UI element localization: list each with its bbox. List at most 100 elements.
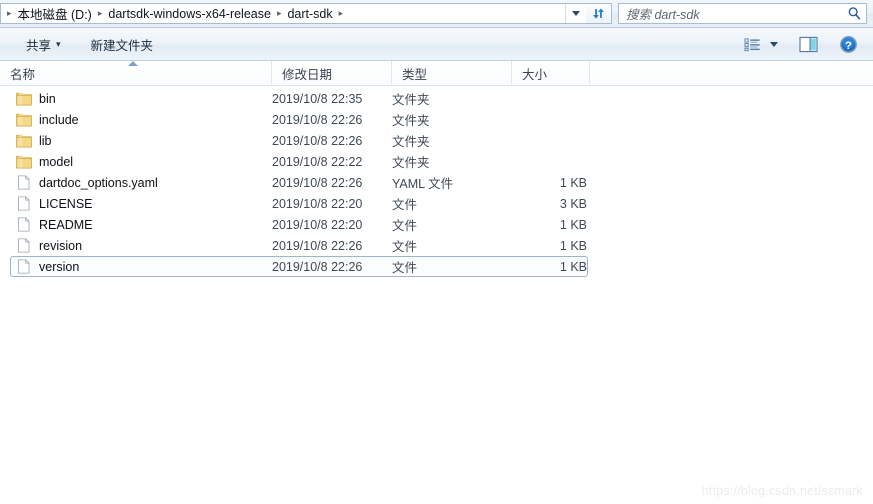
new-folder-button[interactable]: 新建文件夹 (85, 32, 160, 57)
breadcrumb-separator-icon[interactable]: ▸ (335, 9, 348, 18)
chevron-down-icon (572, 11, 580, 16)
file-size-label: 3 KB (559, 196, 587, 211)
file-name-label: lib (39, 133, 52, 148)
file-icon (18, 175, 30, 190)
file-name-cell[interactable]: bin (0, 91, 272, 106)
file-row[interactable]: README 2019/10/8 22:20 文件 1 KB (0, 214, 873, 235)
file-name-cell[interactable]: version (0, 259, 272, 274)
chevron-down-icon (770, 41, 778, 47)
refresh-icon (593, 8, 604, 19)
column-header-name[interactable]: 名称 (0, 60, 272, 86)
file-name-cell[interactable]: LICENSE (0, 196, 272, 211)
file-date-cell: 2019/10/8 22:35 (272, 92, 392, 106)
file-type-label: 文件夹 (392, 114, 430, 128)
column-header-name-label: 名称 (10, 67, 36, 82)
toolbar-right-group: ? (739, 32, 873, 57)
search-icon[interactable] (847, 6, 862, 21)
file-name-label: LICENSE (39, 196, 93, 211)
view-mode-dropdown-button[interactable] (768, 39, 792, 50)
file-date-label: 2019/10/8 22:20 (272, 217, 363, 232)
file-date-cell: 2019/10/8 22:20 (272, 218, 392, 232)
file-date-label: 2019/10/8 22:22 (272, 154, 363, 169)
file-row[interactable]: LICENSE 2019/10/8 22:20 文件 3 KB (0, 193, 873, 214)
view-list-icon (744, 37, 760, 51)
file-name-cell[interactable]: dartdoc_options.yaml (0, 175, 272, 190)
file-name-label: revision (39, 238, 83, 253)
file-date-cell: 2019/10/8 22:26 (272, 260, 392, 274)
file-date-cell: 2019/10/8 22:20 (272, 197, 392, 211)
folder-icon (16, 92, 32, 106)
file-row[interactable]: lib 2019/10/8 22:26 文件夹 (0, 130, 873, 151)
file-name-cell[interactable]: include (0, 112, 272, 127)
file-type-label: 文件 (392, 198, 418, 212)
breadcrumb-leading-arrow-icon[interactable]: ▸ (3, 9, 16, 18)
breadcrumb-item-dartsdk-windows-x64-release[interactable]: dartsdk-windows-x64-release (106, 6, 273, 22)
file-name-label: version (39, 259, 80, 274)
breadcrumb-item-drive[interactable]: 本地磁盘 (D:) (16, 3, 94, 24)
file-type-label: 文件夹 (392, 93, 430, 107)
file-name-label: bin (39, 91, 56, 106)
search-input[interactable]: 搜索 dart-sdk (626, 4, 847, 23)
file-type-cell: 文件 (392, 257, 512, 276)
file-list: bin 2019/10/8 22:35 文件夹 include 2019/10/8 22… (0, 88, 873, 277)
file-row[interactable]: dartdoc_options.yaml 2019/10/8 22:26 YAML … (0, 172, 873, 193)
file-icon (18, 196, 30, 211)
file-size-cell: 1 KB (512, 239, 590, 253)
file-name-label: include (39, 112, 79, 127)
file-row[interactable]: version 2019/10/8 22:26 文件 1 KB (0, 256, 873, 277)
file-date-label: 2019/10/8 22:26 (272, 175, 363, 190)
file-icon (18, 259, 30, 274)
file-size-label: 1 KB (559, 175, 587, 190)
file-type-cell: 文件夹 (392, 89, 512, 108)
refresh-button[interactable] (586, 3, 612, 24)
preview-pane-icon (799, 36, 818, 52)
column-header-date-label: 修改日期 (282, 67, 333, 82)
file-row[interactable]: include 2019/10/8 22:26 文件夹 (0, 109, 873, 130)
file-name-cell[interactable]: model (0, 154, 272, 169)
file-row[interactable]: model 2019/10/8 22:22 文件夹 (0, 151, 873, 172)
help-icon: ? (839, 35, 858, 53)
file-date-cell: 2019/10/8 22:26 (272, 113, 392, 127)
address-history-dropdown-button[interactable] (565, 4, 586, 23)
breadcrumb-bar[interactable]: ▸ 本地磁盘 (D:) ▸ dartsdk-windows-x64-releas… (0, 3, 586, 24)
file-type-label: 文件 (392, 261, 418, 275)
breadcrumb-separator-icon[interactable]: ▸ (94, 9, 107, 18)
file-type-cell: 文件 (392, 236, 512, 255)
file-icon (18, 217, 30, 232)
toolbar: 共享 ▾ 新建文件夹 ? (0, 28, 873, 61)
file-type-label: 文件夹 (392, 156, 430, 170)
file-type-cell: 文件夹 (392, 152, 512, 171)
file-type-cell: 文件夹 (392, 131, 512, 150)
view-mode-button[interactable] (739, 34, 766, 55)
preview-pane-button[interactable] (794, 33, 832, 56)
file-date-cell: 2019/10/8 22:26 (272, 239, 392, 253)
breadcrumb-separator-icon[interactable]: ▸ (273, 9, 286, 18)
file-name-cell[interactable]: revision (0, 238, 272, 253)
file-name-label: README (39, 217, 93, 232)
file-size-cell: 1 KB (512, 260, 590, 274)
chevron-down-icon: ▾ (56, 38, 61, 49)
column-header-date[interactable]: 修改日期 (272, 60, 392, 86)
file-size-cell: 1 KB (512, 176, 590, 190)
file-size-label: 1 KB (559, 217, 587, 232)
search-box[interactable]: 搜索 dart-sdk (618, 3, 867, 24)
file-row[interactable]: bin 2019/10/8 22:35 文件夹 (0, 88, 873, 109)
file-name-cell[interactable]: lib (0, 133, 272, 148)
file-type-label: 文件 (392, 219, 418, 233)
file-name-cell[interactable]: README (0, 217, 272, 232)
share-button[interactable]: 共享 ▾ (20, 32, 67, 57)
file-row[interactable]: revision 2019/10/8 22:26 文件 1 KB (0, 235, 873, 256)
watermark: https://blog.csdn.net/ssmark (701, 484, 863, 498)
folder-icon (16, 155, 32, 169)
sort-ascending-icon (128, 60, 138, 66)
column-header-size[interactable]: 大小 (512, 60, 590, 86)
breadcrumb-item-dart-sdk[interactable]: dart-sdk (285, 6, 334, 22)
folder-icon (16, 113, 32, 127)
file-date-label: 2019/10/8 22:26 (272, 133, 363, 148)
file-size-label: 1 KB (559, 259, 587, 274)
file-size-label: 1 KB (559, 238, 587, 253)
help-button[interactable]: ? (834, 32, 863, 57)
file-date-label: 2019/10/8 22:26 (272, 238, 363, 253)
file-type-cell: YAML 文件 (392, 173, 512, 192)
column-header-type[interactable]: 类型 (392, 60, 512, 86)
